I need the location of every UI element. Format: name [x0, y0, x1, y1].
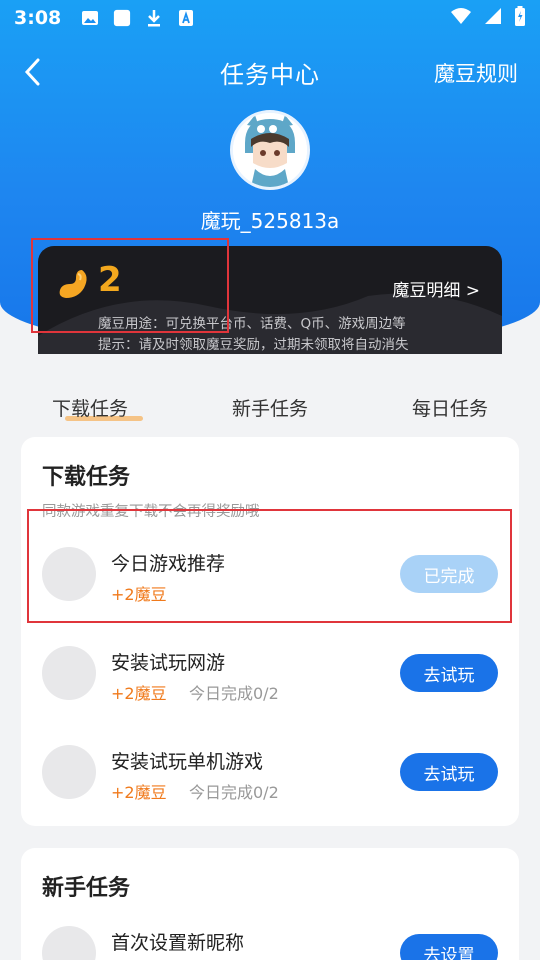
newbie-tasks-card: 新手任务 首次设置新昵称 去设置: [21, 848, 519, 960]
status-time: 3:08: [14, 7, 62, 29]
task-name: 安装试玩单机游戏: [111, 751, 264, 773]
task-row: 安装试玩网游 +2魔豆 今日完成0/2 去试玩: [21, 638, 519, 718]
back-button[interactable]: [14, 52, 50, 92]
task-thumbnail: [42, 926, 96, 960]
app-square-icon: [113, 9, 131, 27]
bean-detail-link[interactable]: 魔豆明细 >: [392, 276, 480, 301]
battery-icon: [514, 5, 526, 31]
set-nickname-button[interactable]: 去设置: [400, 934, 498, 960]
signal-icon: [484, 7, 502, 30]
task-name: 安装试玩网游: [111, 652, 226, 674]
username: 魔玩_525813a: [200, 209, 340, 233]
task-thumbnail: [42, 646, 96, 700]
highlight-box-bean-count: [31, 238, 229, 333]
highlight-box-first-task: [27, 509, 512, 623]
chevron-left-icon: [24, 58, 40, 86]
download-icon: [145, 9, 163, 27]
task-row: 首次设置新昵称 去设置: [21, 918, 519, 960]
tab-download[interactable]: 下载任务: [0, 390, 180, 430]
avatar-illustration: [233, 113, 307, 187]
image-icon: [81, 9, 99, 27]
task-name: 首次设置新昵称: [111, 932, 245, 954]
try-play-button[interactable]: 去试玩: [400, 654, 498, 692]
status-bar: 3:08: [0, 0, 540, 36]
font-a-icon: [177, 9, 195, 27]
task-row: 安装试玩单机游戏 +2魔豆 今日完成0/2 去试玩: [21, 737, 519, 817]
task-reward: +2魔豆: [111, 684, 167, 703]
download-tasks-card: 下载任务 同款游戏重复下载不会再得奖励哦 今日游戏推荐 +2魔豆 已完成 安装试…: [21, 437, 519, 826]
page-title: 任务中心: [220, 60, 320, 89]
bean-tip-text: 提示：请及时领取魔豆奖励，过期未领取将自动消失: [98, 337, 409, 353]
task-progress: 今日完成0/2: [189, 783, 279, 802]
try-play-button[interactable]: 去试玩: [400, 753, 498, 791]
section-title: 新手任务: [42, 876, 131, 901]
task-reward: +2魔豆: [111, 783, 167, 802]
tab-daily[interactable]: 每日任务: [360, 390, 540, 430]
wifi-icon: [450, 7, 472, 30]
tab-newbie[interactable]: 新手任务: [180, 390, 360, 430]
avatar[interactable]: [230, 110, 310, 190]
task-tabs: 下载任务 新手任务 每日任务: [0, 390, 540, 430]
title-bar: 任务中心 魔豆规则: [0, 50, 540, 94]
task-thumbnail: [42, 745, 96, 799]
bean-rules-link[interactable]: 魔豆规则: [434, 58, 518, 88]
task-progress: 今日完成0/2: [189, 684, 279, 703]
section-title: 下载任务: [42, 465, 131, 490]
